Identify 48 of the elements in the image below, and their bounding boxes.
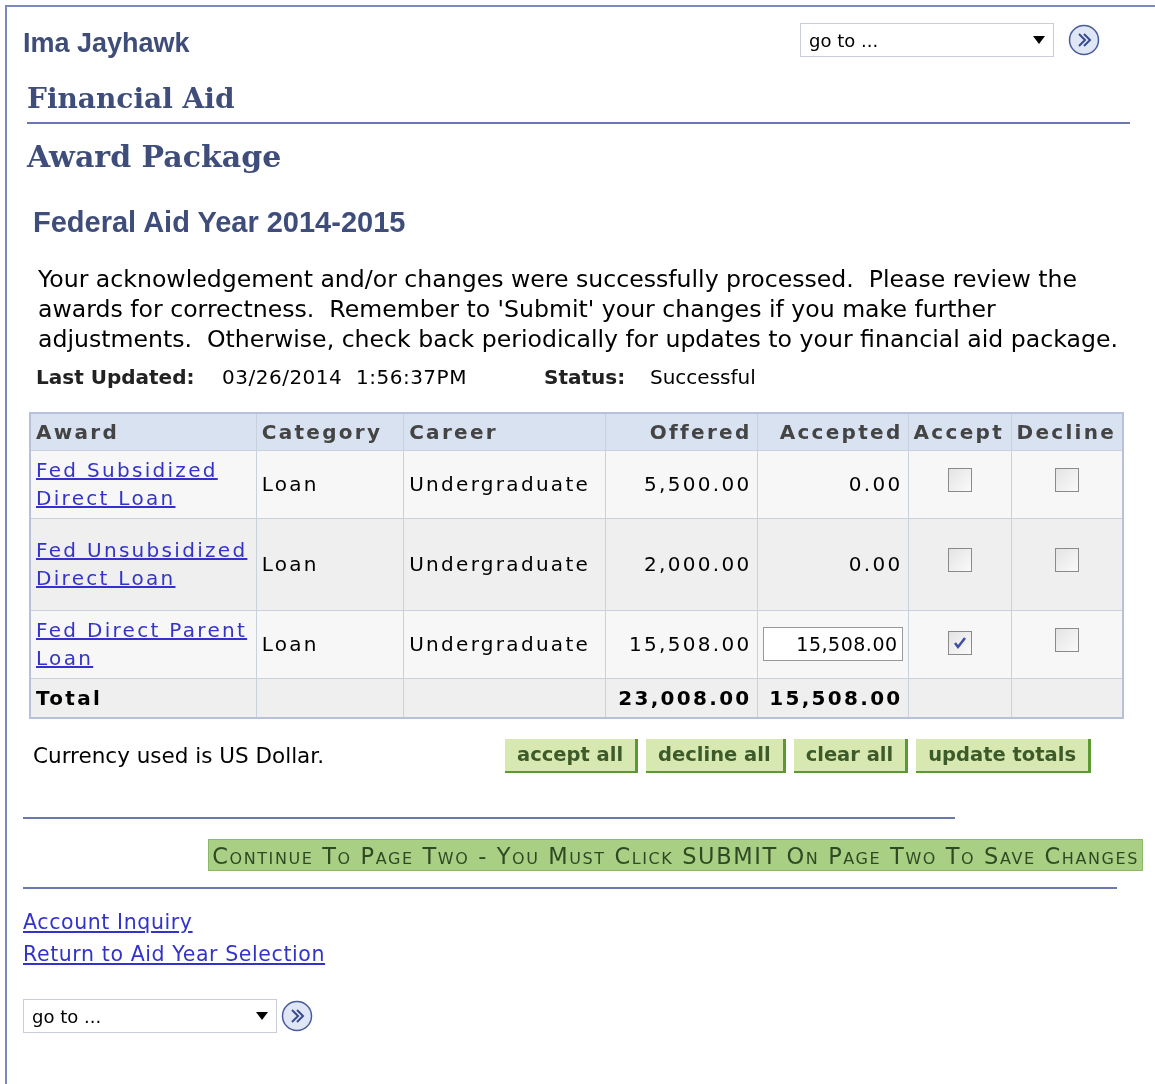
page-title: Award Package — [27, 137, 283, 176]
go-icon[interactable] — [1068, 24, 1100, 57]
column-header: Career — [403, 413, 606, 450]
checkmark-icon — [951, 635, 968, 651]
column-header: Accepted — [757, 413, 909, 450]
nav-link[interactable]: Return to Aid Year Selection — [23, 941, 326, 967]
field-label: Status: — [544, 364, 627, 391]
table-cell: 2,000.00 — [605, 518, 758, 610]
continue-button[interactable]: Continue To Page Two - You Must Click SUBMIT On Page Two To Save Changes — [208, 839, 1143, 871]
table-cell: Undergraduate — [403, 518, 606, 610]
go-icon[interactable] — [281, 1000, 313, 1032]
checkbox[interactable] — [947, 631, 972, 655]
checkbox[interactable] — [947, 468, 972, 492]
table-cell: 5,500.00 — [605, 450, 758, 518]
currency-note: Currency used is US Dollar. — [33, 741, 325, 770]
checkbox[interactable] — [947, 548, 972, 572]
action-button[interactable]: accept all — [505, 739, 639, 773]
aid-year-heading: Federal Aid Year 2014-2015 — [33, 204, 407, 240]
table-cell: Loan — [256, 518, 404, 610]
column-header: Accept — [908, 413, 1011, 450]
accepted-amount-field[interactable]: 15,508.00 — [762, 627, 903, 661]
dropdown-arrow-icon — [256, 1012, 268, 1020]
status-message: Your acknowledgement and/or changes were successfully processed. Please review the awards for correctness. Remember to 'Submit' your changes if you make further adjustments. Otherwise, check back periodically for updates to your financial aid package. — [38, 264, 1119, 354]
goto-select[interactable]: go to ... — [800, 23, 1054, 58]
action-button[interactable]: decline all — [646, 739, 786, 773]
breadcrumb-title: Financial Aid — [27, 81, 235, 115]
table-cell: Loan — [256, 610, 404, 678]
goto-select[interactable]: go to ... — [23, 999, 277, 1033]
checkbox[interactable] — [1054, 548, 1079, 572]
dropdown-arrow-icon — [1033, 36, 1045, 45]
column-header: Category — [256, 413, 404, 450]
status-value: Successful — [650, 364, 756, 391]
column-header: Award — [30, 413, 257, 450]
checkbox[interactable] — [1054, 628, 1079, 652]
table-cell: Undergraduate — [403, 610, 606, 678]
field-label: Last Updated: — [36, 364, 196, 391]
nav-link[interactable]: Account Inquiry — [23, 909, 193, 935]
table-cell: Undergraduate — [403, 450, 606, 518]
table-cell: 15,508.00 — [605, 610, 758, 678]
action-button[interactable]: update totals — [916, 739, 1091, 773]
table-cell: 0.00 — [757, 450, 909, 518]
action-button[interactable]: clear all — [793, 739, 909, 773]
checkbox[interactable] — [1054, 468, 1079, 492]
user-name: Ima Jayhawk — [23, 27, 190, 60]
last-updated-value: 03/26/2014 1:56:37PM — [222, 364, 468, 391]
table-cell: Loan — [256, 450, 404, 518]
table-cell: 0.00 — [757, 518, 909, 610]
column-header: Offered — [605, 413, 758, 450]
